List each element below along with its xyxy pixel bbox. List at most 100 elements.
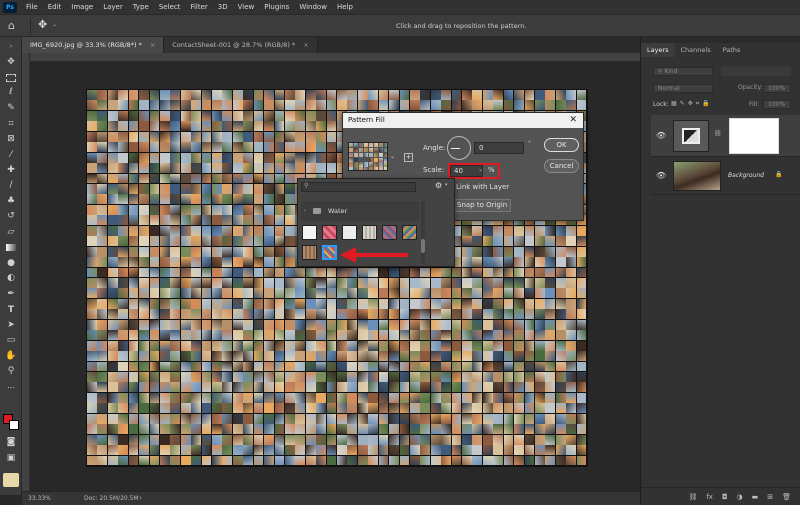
pattern-swatch-collage-a[interactable]: [382, 225, 397, 240]
adjustment-icon[interactable]: ◑: [737, 493, 743, 501]
menu-3d[interactable]: 3D: [213, 0, 233, 14]
pattern-swatch-texture[interactable]: [362, 225, 377, 240]
quick-mask-icon[interactable]: ◙: [4, 437, 18, 448]
clone-stamp-icon[interactable]: ♣: [4, 196, 18, 207]
menu-type[interactable]: Type: [128, 0, 154, 14]
frame-tool-icon[interactable]: ⊠: [4, 134, 18, 145]
pattern-swatch-collage-c[interactable]: [302, 245, 317, 260]
tab-img-6920[interactable]: IMG_6920.jpg @ 33.3% (RGB/8*) * ×: [22, 37, 165, 53]
horizontal-ruler[interactable]: [30, 53, 640, 62]
menu-file[interactable]: File: [21, 0, 43, 14]
history-brush-icon[interactable]: ↺: [4, 211, 18, 222]
eyedropper-icon[interactable]: ⁄: [4, 150, 18, 161]
menu-view[interactable]: View: [233, 0, 260, 14]
cancel-button[interactable]: Cancel: [544, 159, 579, 173]
crop-tool-icon[interactable]: ⌗: [4, 119, 18, 130]
angle-dial[interactable]: [447, 136, 471, 160]
pen-tool-icon[interactable]: ✒: [4, 289, 18, 300]
pattern-search-input[interactable]: ⚲: [301, 182, 416, 192]
chevron-down-icon[interactable]: ⌄: [52, 21, 57, 28]
marquee-tool-icon[interactable]: [4, 72, 18, 83]
menu-filter[interactable]: Filter: [185, 0, 212, 14]
screen-mode-icon[interactable]: ▣: [4, 453, 18, 464]
group-icon[interactable]: ▬: [752, 493, 759, 501]
dialog-title-bar[interactable]: Pattern Fill ✕: [343, 113, 583, 128]
tab-layers[interactable]: Layers: [641, 43, 675, 57]
dodge-tool-icon[interactable]: ◐: [4, 273, 18, 284]
fx-icon[interactable]: fx: [706, 493, 713, 501]
move-tool-icon[interactable]: ✥: [4, 57, 18, 68]
opacity-input[interactable]: 100%: [763, 84, 791, 93]
eye-icon[interactable]: 👁: [656, 131, 666, 140]
eye-icon[interactable]: 👁: [656, 171, 666, 180]
layer-row-background[interactable]: 👁 Background 🔒: [651, 157, 800, 195]
eraser-icon[interactable]: ▱: [4, 227, 18, 238]
fill-layer-thumbnail[interactable]: [673, 120, 709, 152]
pattern-swatch-collage-selected[interactable]: [322, 245, 337, 260]
type-tool-icon[interactable]: T: [4, 305, 18, 316]
snap-to-origin-button[interactable]: Snap to Origin: [453, 199, 511, 212]
path-select-icon[interactable]: ➤: [4, 320, 18, 331]
fill-input[interactable]: 100%: [763, 100, 791, 109]
home-icon[interactable]: ⌂: [8, 19, 15, 32]
gear-icon[interactable]: ⚙: [435, 181, 442, 190]
pattern-preview[interactable]: [348, 142, 388, 171]
link-icon[interactable]: ⛓: [688, 493, 697, 501]
pattern-swatch-collage-b[interactable]: [402, 225, 417, 240]
background-color-swatch[interactable]: [9, 420, 19, 430]
scrollbar-track[interactable]: [421, 201, 425, 263]
pattern-swatch-pink[interactable]: [322, 225, 337, 240]
lasso-tool-icon[interactable]: ℓ: [4, 87, 18, 98]
shape-tool-icon[interactable]: ▭: [4, 335, 18, 346]
pattern-swatch-white[interactable]: [302, 225, 317, 240]
tab-channels[interactable]: Channels: [675, 43, 717, 57]
vertical-ruler[interactable]: [22, 53, 30, 491]
hand-tool-icon[interactable]: ✋: [4, 351, 18, 362]
tab-contactsheet[interactable]: ContactSheet-001 @ 28.7% (RGB/8) * ×: [164, 37, 318, 53]
pattern-swatch-light[interactable]: [342, 225, 357, 240]
menu-window[interactable]: Window: [294, 0, 332, 14]
move-tool-icon[interactable]: ✥: [38, 18, 47, 31]
blur-tool-icon[interactable]: ●: [4, 258, 18, 269]
menu-image[interactable]: Image: [66, 0, 98, 14]
zoom-level[interactable]: 33.33%: [28, 495, 51, 502]
photoshop-logo[interactable]: Ps: [3, 1, 17, 13]
menu-select[interactable]: Select: [154, 0, 186, 14]
collapse-icon[interactable]: »: [4, 41, 18, 52]
layer-mask-thumbnail[interactable]: [729, 118, 779, 154]
layer-row-pattern-fill[interactable]: 👁 ⛓: [651, 115, 800, 157]
healing-brush-icon[interactable]: ✚: [4, 165, 18, 176]
chevron-right-icon[interactable]: ›: [139, 494, 142, 502]
link-icon[interactable]: ⛓: [714, 130, 722, 137]
layer-filter-kind[interactable]: ⚲ Kind: [653, 67, 713, 76]
lock-icons[interactable]: ▦✎✥⌗🔒: [671, 100, 713, 108]
chevron-right-icon[interactable]: ›: [304, 208, 306, 214]
menu-plugins[interactable]: Plugins: [259, 0, 294, 14]
menu-layer[interactable]: Layer: [98, 0, 128, 14]
background-layer-thumbnail[interactable]: [673, 161, 721, 191]
close-icon[interactable]: ×: [303, 41, 308, 49]
gradient-tool-icon[interactable]: [4, 242, 18, 253]
chevron-down-icon[interactable]: ⌄: [390, 153, 395, 160]
plugin-icon[interactable]: [3, 473, 19, 487]
link-with-layer-label[interactable]: Link with Layer: [456, 183, 509, 191]
filter-icons[interactable]: [721, 67, 791, 76]
chevron-down-icon[interactable]: ⌄: [478, 166, 483, 173]
mask-icon[interactable]: ◘: [722, 493, 728, 501]
menu-help[interactable]: Help: [332, 0, 358, 14]
ok-button[interactable]: OK: [544, 138, 579, 152]
tab-paths[interactable]: Paths: [717, 43, 747, 57]
new-layer-icon[interactable]: ⊞: [767, 493, 773, 501]
brush-tool-icon[interactable]: /: [4, 180, 18, 191]
close-icon[interactable]: ✕: [569, 113, 577, 127]
menu-edit[interactable]: Edit: [43, 0, 67, 14]
close-icon[interactable]: ×: [150, 41, 155, 49]
more-tools-icon[interactable]: ⋯: [4, 382, 18, 393]
new-preset-icon[interactable]: +: [404, 153, 413, 162]
trash-icon[interactable]: 🗑: [782, 493, 791, 501]
blend-mode-select[interactable]: Normal: [653, 84, 713, 93]
zoom-tool-icon[interactable]: ⚲: [4, 366, 18, 377]
folder-row-water[interactable]: › Water: [301, 201, 419, 221]
chevron-down-icon[interactable]: ▾: [445, 182, 448, 188]
scrollbar-thumb[interactable]: [421, 239, 425, 253]
